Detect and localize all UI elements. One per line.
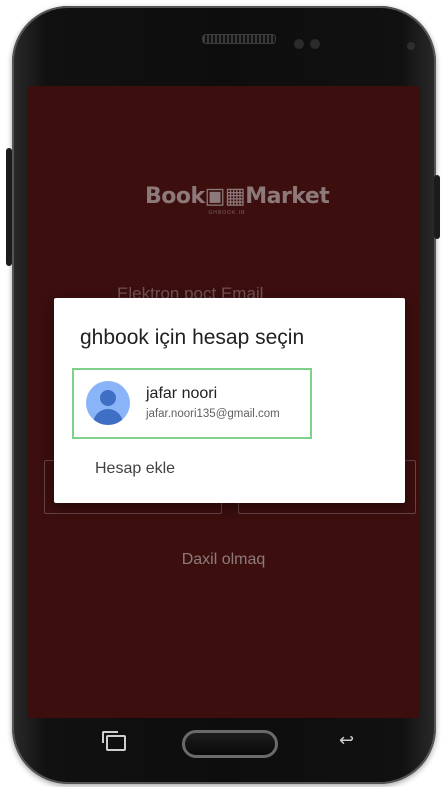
proximity-sensor (294, 39, 304, 49)
account-item[interactable]: jafar noori jafar.noori135@gmail.com (72, 368, 312, 439)
back-icon[interactable]: ↩ (339, 732, 357, 750)
add-account-button[interactable]: Hesap ekle (95, 460, 175, 478)
recent-apps-icon[interactable] (102, 731, 126, 751)
home-button[interactable] (182, 730, 278, 758)
front-camera (310, 39, 320, 49)
app-screen: Book▣▦Market GHBOOK.IR Elektron poçt Ema… (27, 86, 420, 718)
navigation-bar: ↩ (27, 718, 420, 770)
account-chooser-dialog: ghbook için hesap seçin jafar noori jafa… (54, 298, 405, 503)
account-avatar-icon (86, 381, 130, 425)
power-button (434, 175, 440, 239)
light-sensor (407, 42, 415, 50)
dialog-title: ghbook için hesap seçin (80, 326, 305, 349)
account-email: jafar.noori135@gmail.com (146, 408, 280, 420)
volume-button (6, 148, 12, 266)
account-name: jafar noori (146, 385, 218, 402)
earpiece-speaker (202, 34, 276, 44)
